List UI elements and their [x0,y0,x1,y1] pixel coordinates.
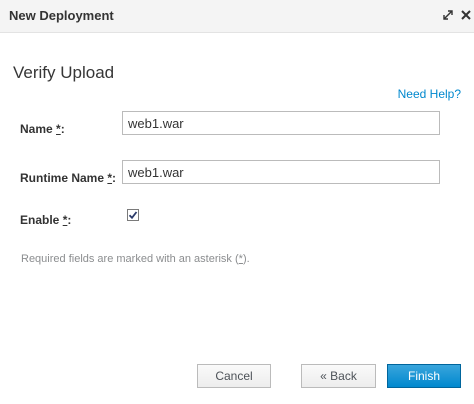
new-deployment-dialog: New Deployment Verify Upload Need Help? … [0,0,474,404]
name-label: Name *: [20,122,65,136]
step-heading: Verify Upload [13,63,115,82]
checkmark-icon [128,211,138,220]
note-suffix: ). [242,253,250,265]
enable-label-text: Enable [20,213,60,227]
finish-button[interactable]: Finish [387,364,461,388]
required-fields-note: Required fields are marked with an aster… [21,253,250,265]
name-input[interactable] [122,111,440,135]
need-help-link[interactable]: Need Help? [398,87,461,101]
dialog-title: New Deployment [9,8,114,23]
name-label-text: Name [20,122,53,136]
runtime-name-input[interactable] [122,160,440,184]
back-button[interactable]: « Back [301,364,376,388]
cancel-button[interactable]: Cancel [197,364,271,388]
runtime-name-label-suffix: : [112,171,117,185]
dialog-titlebar: New Deployment [0,0,474,33]
maximize-icon[interactable] [441,8,455,22]
note-prefix: Required fields are marked with an aster… [21,253,239,265]
runtime-name-label: Runtime Name *: [20,171,116,185]
enable-label: Enable *: [20,213,71,227]
name-label-suffix: : [60,122,65,136]
close-icon[interactable] [459,8,473,22]
enable-label-suffix: : [67,213,72,227]
runtime-name-label-text: Runtime Name [20,171,105,185]
enable-checkbox[interactable] [127,209,139,221]
